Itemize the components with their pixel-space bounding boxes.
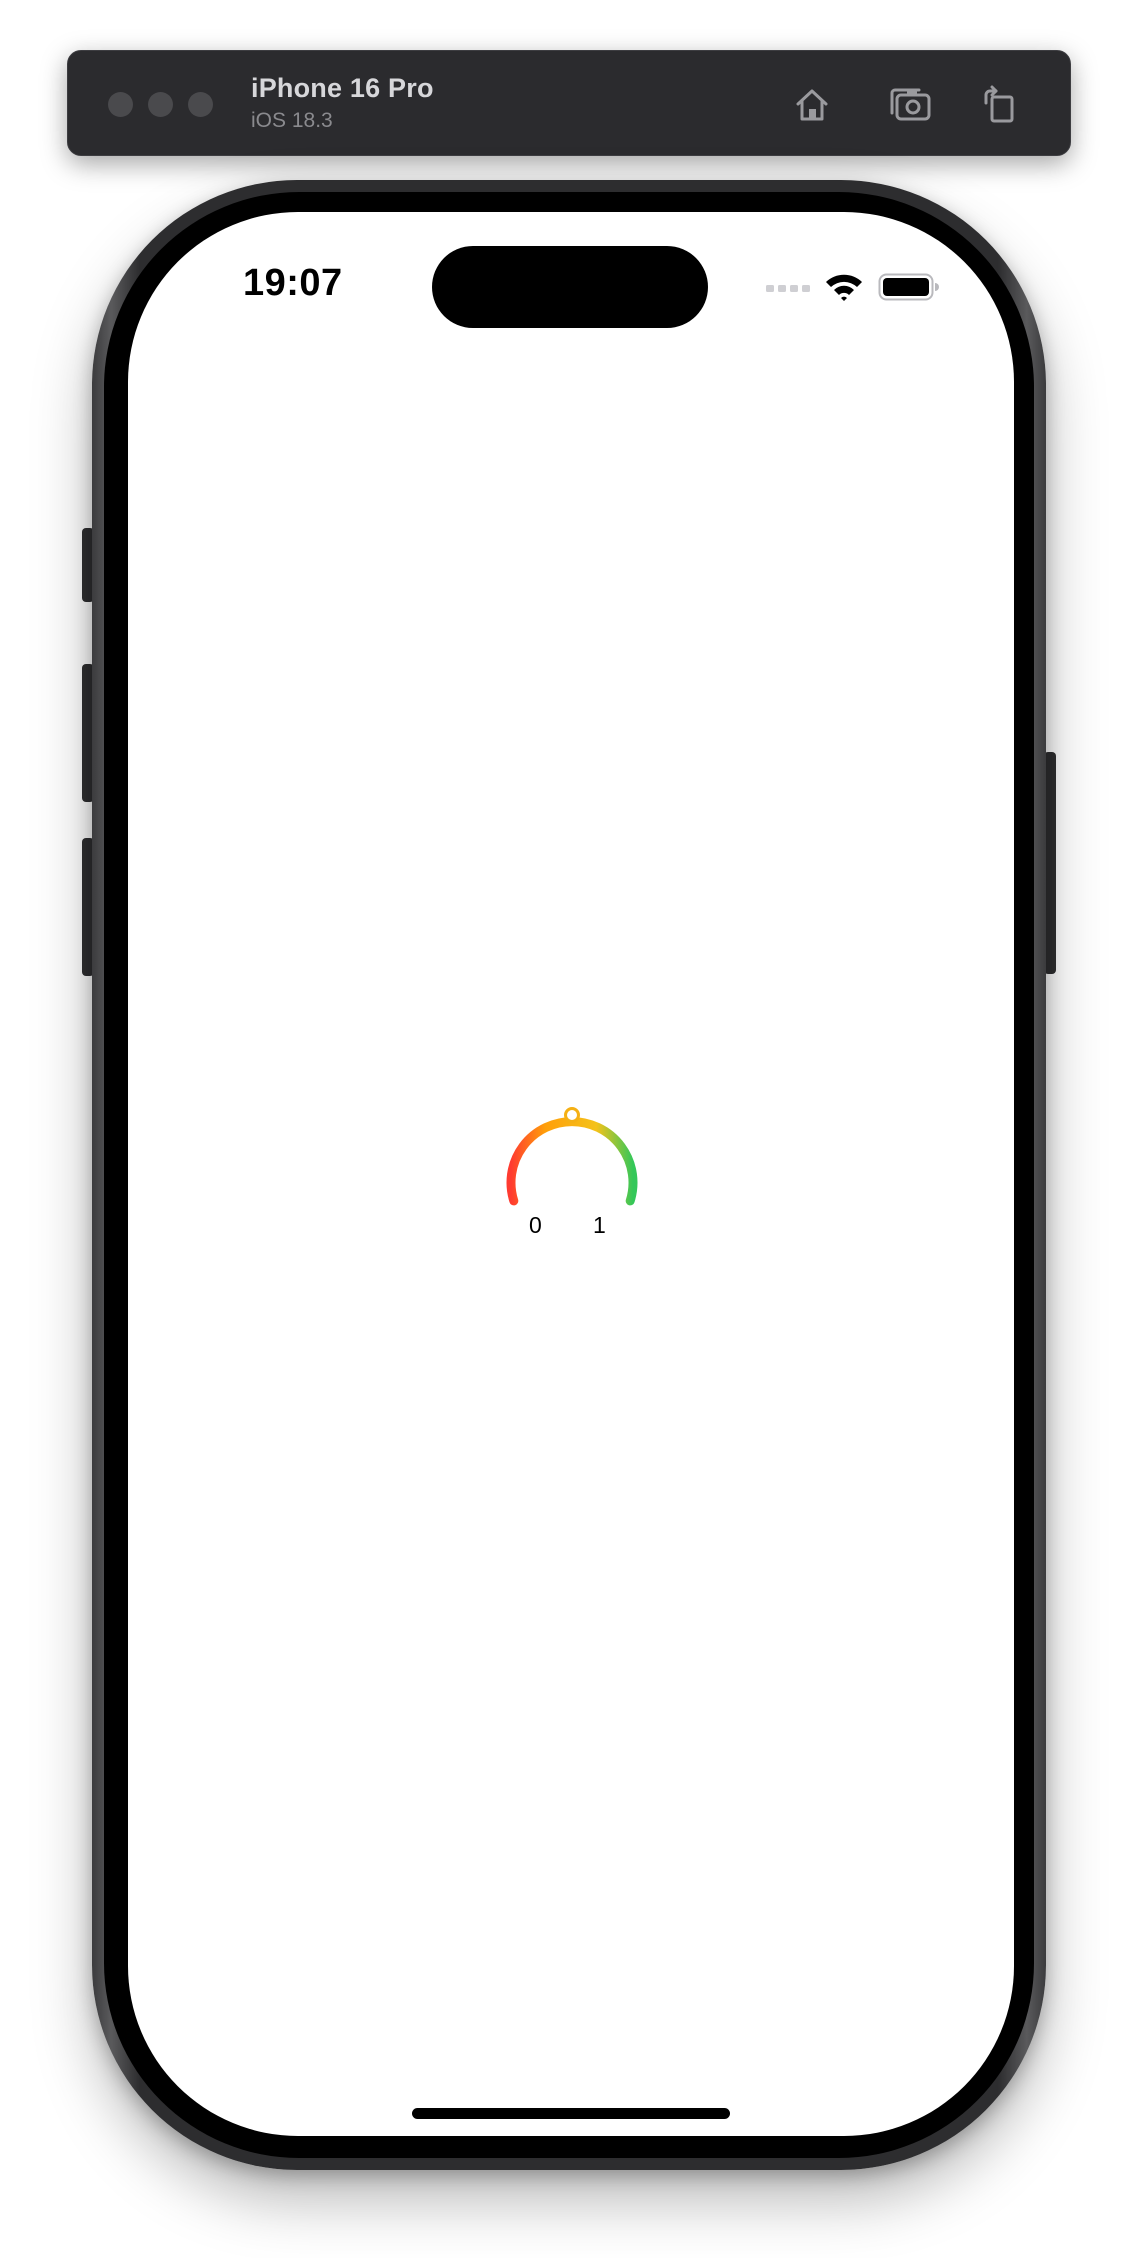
gauge-indicator [564, 1107, 580, 1123]
phone-screen: 19:07 0 1 [128, 212, 1014, 2136]
device-os-version: iOS 18.3 [251, 109, 333, 132]
home-button[interactable] [786, 79, 838, 131]
home-indicator[interactable] [412, 2108, 730, 2119]
dynamic-island [432, 246, 708, 328]
simulator-toolbar: iPhone 16 Pro iOS 18.3 [67, 50, 1071, 156]
zoom-window-button[interactable] [188, 92, 213, 117]
gauge-track [506, 1117, 638, 1206]
battery-icon [878, 273, 939, 301]
home-icon [796, 89, 828, 121]
gauge-min-label: 0 [529, 1212, 542, 1238]
close-window-button[interactable] [108, 92, 133, 117]
minimize-window-button[interactable] [148, 92, 173, 117]
status-bar-time: 19:07 [243, 262, 343, 304]
cellular-icon [766, 285, 810, 292]
rotate-icon [984, 85, 1014, 123]
gauge-max-label: 1 [593, 1212, 606, 1238]
gauge-arc [506, 1107, 638, 1206]
wifi-icon [826, 274, 862, 301]
device-name: iPhone 16 Pro [251, 73, 434, 103]
status-bar-icons [766, 270, 940, 304]
screenshot-button[interactable] [884, 79, 936, 131]
rotate-button[interactable] [974, 79, 1026, 131]
camera-icon [890, 88, 931, 121]
gauge: 0 1 [495, 1104, 649, 1254]
